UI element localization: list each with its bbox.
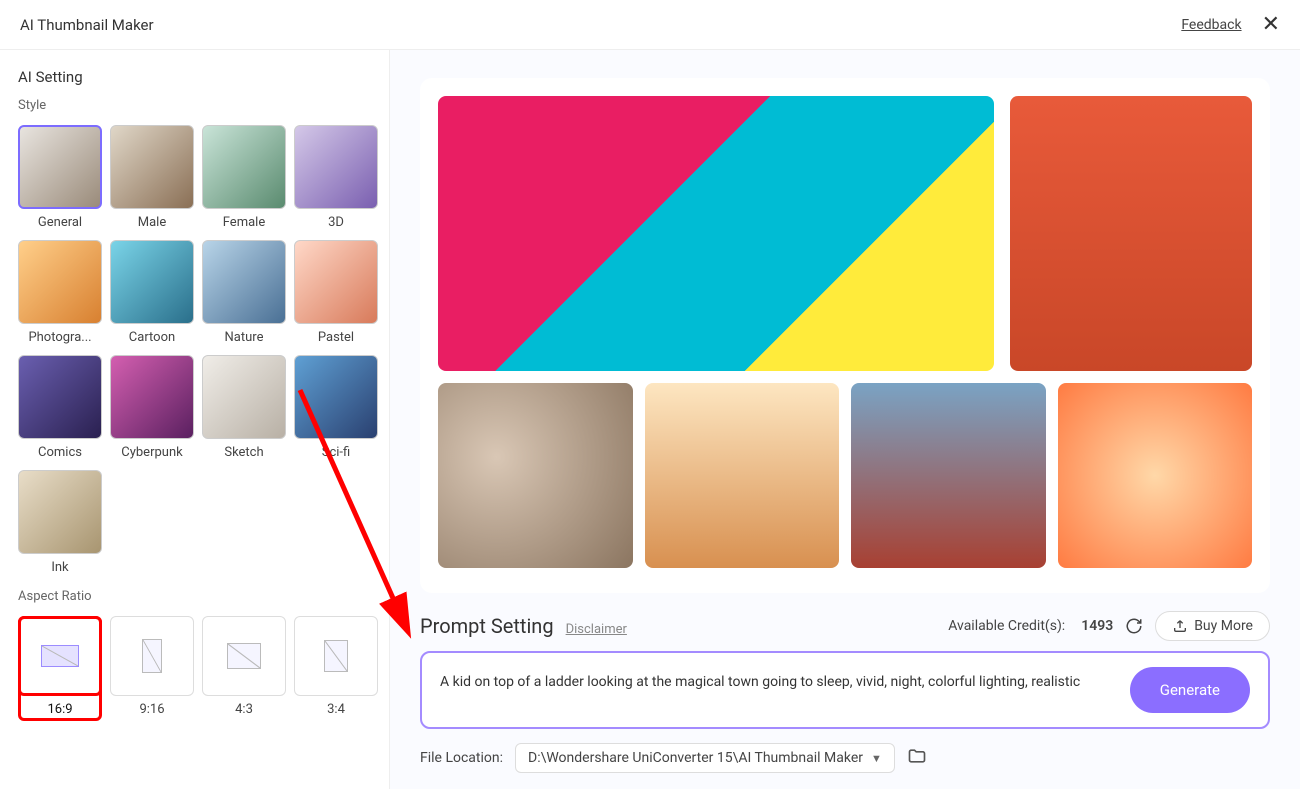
style-item-male[interactable]: Male <box>110 125 194 230</box>
style-thumbnail <box>294 355 378 439</box>
preview-thumbnail-large-1[interactable] <box>438 96 994 371</box>
aspect-box <box>110 616 194 696</box>
style-thumbnail <box>18 355 102 439</box>
style-label: Pastel <box>318 330 354 345</box>
prompt-header-right: Available Credit(s): 1493 Buy More <box>948 611 1270 641</box>
preview-thumbnail-small-2[interactable] <box>645 383 840 568</box>
aspect-shape-icon <box>227 643 261 669</box>
style-thumbnail <box>294 240 378 324</box>
style-label: Nature <box>225 330 264 345</box>
style-thumbnail <box>18 125 102 209</box>
style-item-cartoon[interactable]: Cartoon <box>110 240 194 345</box>
preview-thumbnail-small-3[interactable] <box>851 383 1046 568</box>
style-item-female[interactable]: Female <box>202 125 286 230</box>
prompt-header: Prompt Setting Disclaimer Available Cred… <box>420 611 1270 641</box>
aspect-shape-icon <box>142 639 162 673</box>
style-label: Cartoon <box>129 330 175 345</box>
style-label: 3D <box>328 215 344 230</box>
style-item-photogra[interactable]: Photogra... <box>18 240 102 345</box>
style-item-comics[interactable]: Comics <box>18 355 102 460</box>
preview-thumbnail-small-4[interactable] <box>1058 383 1253 568</box>
preview-row-bottom <box>438 383 1252 568</box>
feedback-link[interactable]: Feedback <box>1181 17 1241 33</box>
style-label: General <box>38 215 82 230</box>
aspect-ratio-grid: 16:9 9:16 4:3 3:4 <box>18 616 371 721</box>
style-thumbnail <box>110 125 194 209</box>
style-thumbnail <box>18 240 102 324</box>
style-label: Comics <box>38 445 82 460</box>
style-thumbnail <box>202 355 286 439</box>
style-thumbnail <box>110 355 194 439</box>
style-label: Sci-fi <box>322 445 350 460</box>
file-location-path: D:\Wondershare UniConverter 15\AI Thumbn… <box>528 750 863 766</box>
buy-more-label: Buy More <box>1194 618 1253 634</box>
style-item-3d[interactable]: 3D <box>294 125 378 230</box>
style-label: Male <box>138 215 166 230</box>
aspect-box <box>18 616 102 696</box>
preview-row-top <box>438 96 1252 371</box>
aspect-shape-icon <box>41 645 79 667</box>
sidebar: AI Setting Style General Male Female 3D Phot… <box>0 50 390 789</box>
aspect-item-16-9[interactable]: 16:9 <box>18 616 102 721</box>
style-item-general[interactable]: General <box>18 125 102 230</box>
aspect-item-9-16[interactable]: 9:16 <box>110 616 194 721</box>
style-label: Photogra... <box>28 330 91 345</box>
credits-label: Available Credit(s): <box>948 618 1065 634</box>
aspect-box <box>294 616 378 696</box>
disclaimer-link[interactable]: Disclaimer <box>566 622 627 637</box>
aspect-label: 4:3 <box>235 702 253 717</box>
prompt-header-left: Prompt Setting Disclaimer <box>420 614 627 638</box>
style-thumbnail <box>110 240 194 324</box>
main-panel: Prompt Setting Disclaimer Available Cred… <box>390 50 1300 789</box>
file-location-row: File Location: D:\Wondershare UniConvert… <box>420 743 1270 773</box>
style-grid: General Male Female 3D Photogra... Cartoon Nat… <box>18 125 371 575</box>
upload-icon <box>1172 618 1188 634</box>
style-thumbnail <box>202 240 286 324</box>
style-label: Sketch <box>224 445 263 460</box>
style-label: Style <box>18 98 371 113</box>
aspect-label: 16:9 <box>47 702 72 717</box>
aspect-label: 3:4 <box>327 702 345 717</box>
prompt-box: Generate <box>420 651 1270 729</box>
aspect-item-3-4[interactable]: 3:4 <box>294 616 378 721</box>
preview-thumbnail-small-1[interactable] <box>438 383 633 568</box>
generate-button[interactable]: Generate <box>1130 667 1250 713</box>
aspect-item-4-3[interactable]: 4:3 <box>202 616 286 721</box>
buy-more-button[interactable]: Buy More <box>1155 611 1270 641</box>
header-right: Feedback ✕ <box>1181 12 1280 37</box>
aspect-ratio-label: Aspect Ratio <box>18 589 371 604</box>
preview-area <box>420 78 1270 593</box>
close-icon[interactable]: ✕ <box>1262 12 1280 37</box>
style-item-nature[interactable]: Nature <box>202 240 286 345</box>
style-item-scifi[interactable]: Sci-fi <box>294 355 378 460</box>
style-label: Cyberpunk <box>121 445 182 460</box>
style-item-ink[interactable]: Ink <box>18 470 102 575</box>
style-label: Ink <box>51 560 68 575</box>
style-item-cyberpunk[interactable]: Cyberpunk <box>110 355 194 460</box>
style-thumbnail <box>202 125 286 209</box>
prompt-setting-title: Prompt Setting <box>420 614 554 638</box>
style-item-sketch[interactable]: Sketch <box>202 355 286 460</box>
preview-thumbnail-large-2[interactable] <box>1010 96 1252 371</box>
aspect-box <box>202 616 286 696</box>
style-thumbnail <box>294 125 378 209</box>
prompt-input[interactable] <box>440 674 1114 706</box>
style-thumbnail <box>18 470 102 554</box>
app-body: AI Setting Style General Male Female 3D Phot… <box>0 50 1300 789</box>
style-item-pastel[interactable]: Pastel <box>294 240 378 345</box>
app-header: AI Thumbnail Maker Feedback ✕ <box>0 0 1300 50</box>
chevron-down-icon: ▼ <box>871 752 882 765</box>
style-label: Female <box>223 215 265 230</box>
ai-setting-title: AI Setting <box>18 68 371 86</box>
prompt-area: Prompt Setting Disclaimer Available Cred… <box>420 611 1270 773</box>
aspect-label: 9:16 <box>139 702 164 717</box>
refresh-icon[interactable] <box>1125 617 1143 635</box>
credits-value: 1493 <box>1081 618 1113 634</box>
aspect-shape-icon <box>324 640 348 672</box>
app-title: AI Thumbnail Maker <box>20 16 154 34</box>
file-location-select[interactable]: D:\Wondershare UniConverter 15\AI Thumbn… <box>515 743 895 773</box>
folder-icon[interactable] <box>907 746 927 770</box>
file-location-label: File Location: <box>420 750 503 766</box>
